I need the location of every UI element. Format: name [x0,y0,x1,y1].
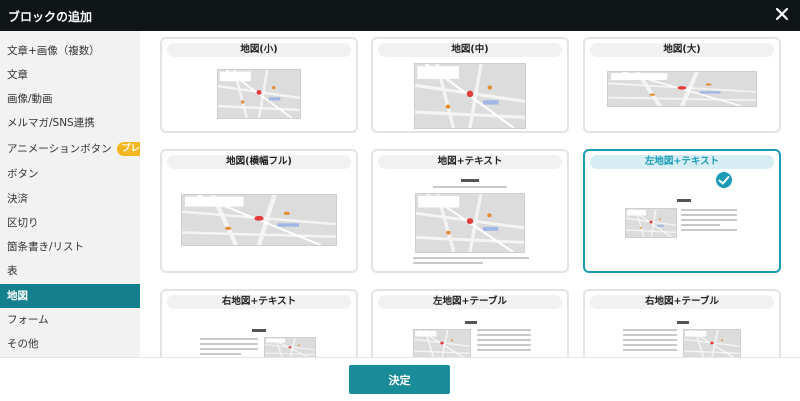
card-title: 地図(中) [378,43,562,57]
sidebar-item-label: 区切り [7,217,39,229]
map-thumbnail [415,193,525,253]
card-title: 右地図+テキスト [167,295,351,309]
dialog-footer: 決定 [0,357,800,401]
block-card-map-text[interactable]: 地図+テキスト [371,149,569,273]
text-heading-placeholder [677,199,691,202]
text-heading-placeholder [461,179,479,182]
sidebar-item-label: フォーム [7,314,49,326]
sidebar-item-animation-button[interactable]: アニメーションボタンプレミアム [0,137,140,161]
selected-check-icon [714,170,734,190]
card-title: 左地図+テーブル [378,295,562,309]
block-card-map-medium[interactable]: 地図(中) [371,37,569,133]
card-title: 地図(横幅フル) [167,155,351,169]
sidebar-item-payment[interactable]: 決済 [0,187,140,211]
block-card-right-map-table[interactable]: 右地図+テーブル [583,289,781,357]
dialog-titlebar: ブロックの追加 [0,0,800,31]
map-thumbnail [625,208,677,238]
map-thumbnail [217,69,301,119]
sidebar-item-label: 箇条書き/リスト [7,241,85,253]
card-title: 地図(小) [167,43,351,57]
text-heading-placeholder [465,321,477,324]
table-placeholder [623,329,677,354]
card-title: 左地図+テキスト [590,155,774,169]
sidebar-item-label: 表 [7,265,18,277]
sidebar-item-label: メルマガ/SNS連携 [7,117,95,129]
block-card-map-large[interactable]: 地図(大) [583,37,781,133]
sidebar-item-map[interactable]: 地図 [0,284,140,308]
sidebar-item-list[interactable]: 箇条書き/リスト [0,235,140,259]
close-icon[interactable] [774,6,790,22]
sidebar-item-label: 文章 [7,69,28,81]
map-thumbnail [181,194,337,246]
block-card-left-map-table[interactable]: 左地図+テーブル [371,289,569,357]
category-sidebar: 文章+画像（複数） 文章 画像/動画 メルマガ/SNS連携 アニメーションボタン… [0,31,140,357]
text-placeholder [681,209,737,234]
text-heading-placeholder [252,329,266,332]
text-placeholder [433,186,507,191]
map-thumbnail [683,329,741,357]
sidebar-item-label: 決済 [7,193,28,205]
block-card-map-full-width[interactable]: 地図(横幅フル) [160,149,358,273]
sidebar-item-label: その他 [7,338,39,350]
dialog-title: ブロックの追加 [8,10,93,24]
text-placeholder [200,338,258,357]
sidebar-item-newsletter-sns[interactable]: メルマガ/SNS連携 [0,111,140,135]
premium-badge: プレミアム [116,142,140,156]
sidebar-item-label: 画像/動画 [7,93,53,105]
sidebar-item-table[interactable]: 表 [0,259,140,283]
table-placeholder [477,329,531,354]
confirm-button[interactable]: 決定 [349,365,450,394]
map-thumbnail [607,71,757,107]
sidebar-item-label: 地図 [7,290,28,302]
sidebar-item-form[interactable]: フォーム [0,308,140,332]
block-card-map-small[interactable]: 地図(小) [160,37,358,133]
map-thumbnail [414,63,526,129]
card-title: 地図+テキスト [378,155,562,169]
block-card-right-map-text[interactable]: 右地図+テキスト [160,289,358,357]
sidebar-item-label: アニメーションボタン [7,143,112,155]
map-thumbnail [264,337,316,357]
card-title: 右地図+テーブル [590,295,774,309]
text-heading-placeholder [677,321,689,324]
sidebar-item-text[interactable]: 文章 [0,63,140,87]
block-card-left-map-text[interactable]: 左地図+テキスト [583,149,781,273]
sidebar-item-button[interactable]: ボタン [0,162,140,186]
text-placeholder [413,257,529,267]
sidebar-item-other[interactable]: その他 [0,332,140,356]
block-grid: 地図(小) 地図(中) 地図(大) 地図(横幅フル) 地図+テキスト 左地図+テ… [140,31,800,357]
card-title: 地図(大) [590,43,774,57]
map-thumbnail [413,329,471,357]
sidebar-item-text-image-multi[interactable]: 文章+画像（複数） [0,39,140,63]
sidebar-item-label: ボタン [7,168,39,180]
sidebar-item-label: 文章+画像（複数） [7,45,100,57]
sidebar-item-image-video[interactable]: 画像/動画 [0,87,140,111]
sidebar-item-divider[interactable]: 区切り [0,211,140,235]
